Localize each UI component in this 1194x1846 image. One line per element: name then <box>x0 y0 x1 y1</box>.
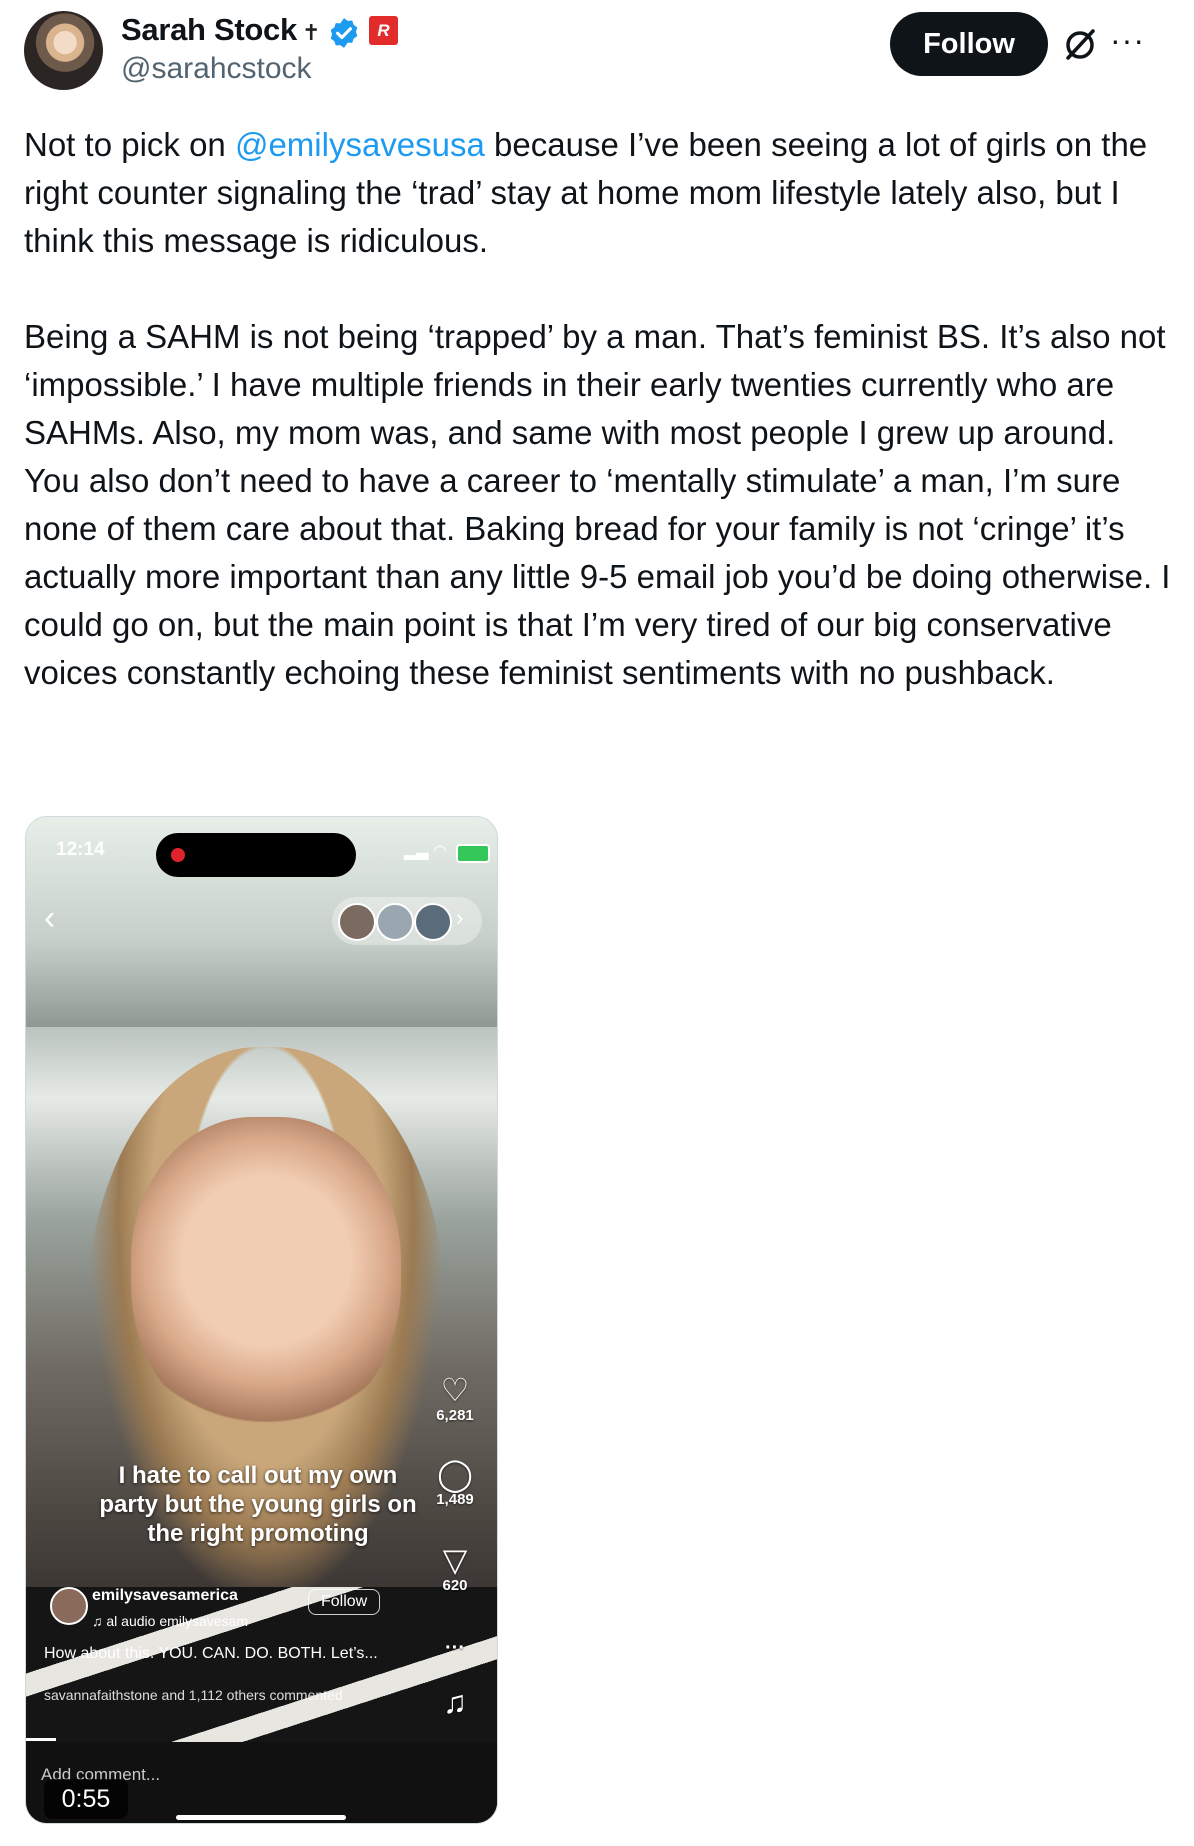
send-icon: ▽ <box>442 1542 468 1578</box>
commented-summary: savannafaithstone and 1,112 others comme… <box>44 1687 343 1703</box>
status-time: 12:14 <box>56 839 105 860</box>
mention-link[interactable]: @emilysavesusa <box>235 126 485 163</box>
author-name[interactable]: Sarah Stock <box>121 12 297 48</box>
viewer-avatar <box>414 903 452 941</box>
more-dots-icon: ··· <box>445 1637 465 1659</box>
video-progress-bar <box>26 1738 56 1741</box>
like-count: 6,281 <box>436 1407 474 1424</box>
cross-icon: ✝ <box>302 20 321 45</box>
grok-icon[interactable] <box>1060 25 1100 65</box>
author-handle[interactable]: @sarahcstock <box>121 52 312 86</box>
signal-icon: ▂▃ ◠ <box>404 843 448 860</box>
heart-icon: ♡ <box>440 1372 470 1408</box>
comment-count: 1,489 <box>436 1491 474 1508</box>
share-action: ▽ 620 <box>427 1543 483 1594</box>
author-avatar[interactable] <box>24 11 103 90</box>
video-user-avatar <box>50 1587 88 1625</box>
share-count: 620 <box>442 1577 468 1594</box>
comment-action: ◯ 1,489 <box>427 1457 483 1508</box>
battery-icon <box>456 844 490 863</box>
chevron-right-icon: › <box>456 905 464 930</box>
tweet-paragraph-3: You also don’t need to have a career to … <box>24 462 1171 691</box>
affiliate-badge-icon: R <box>369 16 398 45</box>
video-description: How about this. YOU. CAN. DO. BOTH. Let’… <box>44 1645 378 1662</box>
dynamic-island <box>156 833 356 877</box>
video-username: emilysavesamerica <box>92 1587 238 1604</box>
recording-dot-icon <box>171 848 185 862</box>
follow-button[interactable]: Follow <box>890 12 1048 76</box>
comment-bubble-icon: ◯ <box>437 1456 473 1492</box>
tweet-paragraph-2: Being a SAHM is not being ‘trapped’ by a… <box>24 318 1166 451</box>
video-media[interactable]: 12:14 ▂▃ ◠ ‹ › I hate to call out my own… <box>25 816 498 1824</box>
video-audio-label: ♫ al audio emilysavesam <box>92 1613 249 1629</box>
video-person-face <box>131 1117 401 1437</box>
verified-badge-icon <box>330 18 358 48</box>
like-action: ♡ 6,281 <box>427 1373 483 1424</box>
tweet-text: Not to pick on @emilysavesusa because I’… <box>24 121 1174 697</box>
viewer-avatar <box>376 903 414 941</box>
tweet-text-start: Not to pick on <box>24 126 235 163</box>
more-options-icon[interactable]: ··· <box>1110 22 1145 59</box>
back-chevron-icon: ‹ <box>44 899 56 937</box>
video-follow-button: Follow <box>308 1589 381 1615</box>
home-indicator <box>176 1815 346 1820</box>
music-album-icon: ♫ <box>443 1684 467 1720</box>
viewer-avatar <box>338 903 376 941</box>
video-caption: I hate to call out my own party but the … <box>99 1462 417 1547</box>
video-duration-badge: 0:55 <box>44 1779 128 1819</box>
